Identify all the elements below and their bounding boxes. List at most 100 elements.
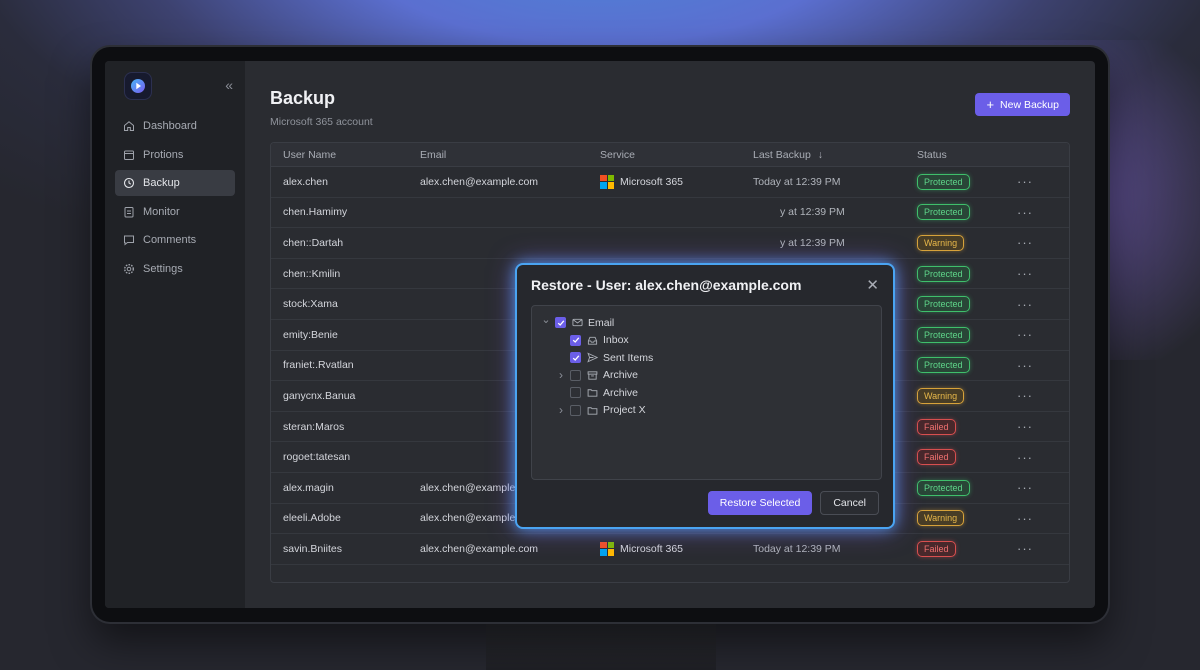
tree-checkbox[interactable] <box>570 334 581 346</box>
tree-item[interactable]: Archive <box>540 384 881 402</box>
column-header-service[interactable]: Service <box>600 149 753 161</box>
cell-status: Protected <box>917 204 1017 221</box>
status-badge: Protected <box>917 173 970 190</box>
status-badge: Protected <box>917 204 970 221</box>
column-header-label: Last Backup <box>753 148 811 161</box>
more-options-icon[interactable]: ··· <box>1017 480 1057 495</box>
clipboard-icon <box>122 205 135 218</box>
cell-user-name: franiet:.Rvatlan <box>283 359 354 372</box>
monitor-stand <box>486 620 716 670</box>
tree-item-label: Project X <box>603 404 646 417</box>
status-badge: Warning <box>917 387 965 404</box>
sidebar-item-label: Protions <box>143 148 184 161</box>
app-window: « Dashboard Protions Backup Monitor Comm… <box>105 61 1095 608</box>
status-badge: Failed <box>917 418 956 435</box>
tree-checkbox[interactable] <box>555 317 566 329</box>
tree-item[interactable]: Inbox <box>540 332 881 350</box>
new-backup-button[interactable]: + New Backup <box>975 93 1070 116</box>
chevron-right-icon[interactable]: › <box>555 368 567 382</box>
tree-checkbox[interactable] <box>570 387 581 399</box>
cell-last-backup: Today at 12:39 PM <box>753 175 841 188</box>
tree-item-label: Archive <box>603 369 639 382</box>
page-title: Backup <box>270 88 336 108</box>
sidebar-item-protions[interactable]: Protions <box>115 142 235 168</box>
sidebar-item-comments[interactable]: Comments <box>115 227 235 253</box>
more-options-icon[interactable]: ··· <box>1017 419 1057 434</box>
column-header-email[interactable]: Email <box>420 149 600 161</box>
status-badge: Protected <box>917 479 970 496</box>
more-options-icon[interactable]: ··· <box>1017 388 1057 403</box>
sidebar-item-backup[interactable]: Backup <box>115 170 235 196</box>
status-badge: Warning <box>917 510 965 527</box>
cell-status: Protected <box>917 265 1017 282</box>
sidebar-item-dashboard[interactable]: Dashboard <box>115 113 235 139</box>
sidebar-item-label: Backup <box>143 177 180 189</box>
cell-status: Protected <box>917 173 1017 190</box>
status-badge: Protected <box>917 357 970 374</box>
cancel-button[interactable]: Cancel <box>820 491 879 515</box>
plus-icon: + <box>986 97 995 112</box>
table-row[interactable]: savin.Bniites alex.chen@example.com Micros… <box>271 534 1069 565</box>
cell-last-backup: y at 12:39 PM <box>780 236 845 249</box>
cell-status: Failed <box>917 418 1017 435</box>
tree-item[interactable]: ⌄ Email <box>540 314 881 332</box>
monitor-frame: « Dashboard Protions Backup Monitor Comm… <box>92 47 1108 622</box>
chevron-right-icon[interactable]: › <box>555 403 567 417</box>
calendar-icon <box>122 148 135 161</box>
cell-status: Warning <box>917 234 1017 251</box>
column-header-status[interactable]: Status <box>917 149 1017 161</box>
more-options-icon[interactable]: ··· <box>1017 327 1057 342</box>
tree-item-label: Archive <box>603 386 639 399</box>
chevron-down-icon[interactable]: ⌄ <box>540 313 552 326</box>
dialog-title: Restore - User: alex.chen@example.com <box>531 277 802 293</box>
cell-status: Warning <box>917 387 1017 404</box>
more-options-icon[interactable]: ··· <box>1017 235 1057 250</box>
more-options-icon[interactable]: ··· <box>1017 174 1057 189</box>
app-logo <box>125 73 151 99</box>
cell-user-name: rogoet:tatesan <box>283 451 351 464</box>
folder-tree: ⌄ Email Inbox Sent Items › Archive Archive › Pro… <box>531 305 882 480</box>
more-options-icon[interactable]: ··· <box>1017 450 1057 465</box>
tree-item[interactable]: › Project X <box>540 402 881 420</box>
column-header-last-backup[interactable]: Last Backup ↓ <box>753 149 917 161</box>
more-options-icon[interactable]: ··· <box>1017 541 1057 556</box>
column-header-user[interactable]: User Name <box>271 149 420 161</box>
home-icon <box>122 120 135 133</box>
table-row[interactable]: alex.chen alex.chen@example.com Microsoft … <box>271 167 1069 198</box>
tree-item[interactable]: › Archive <box>540 367 881 385</box>
restore-selected-button[interactable]: Restore Selected <box>707 491 813 515</box>
tree-item[interactable]: Sent Items <box>540 349 881 367</box>
table-row[interactable]: chen::Dartah y at 12:39 PM Warning ··· <box>271 228 1069 259</box>
more-options-icon[interactable]: ··· <box>1017 511 1057 526</box>
close-icon[interactable]: ✕ <box>866 276 879 294</box>
status-badge: Protected <box>917 296 970 313</box>
tree-checkbox[interactable] <box>570 369 581 381</box>
more-options-icon[interactable]: ··· <box>1017 358 1057 373</box>
archive-box-icon <box>586 369 598 381</box>
cell-user-name: alex.magin <box>283 481 334 494</box>
table-row[interactable]: chen.Hamimy y at 12:39 PM Protected ··· <box>271 198 1069 229</box>
sidebar-item-label: Comments <box>143 234 197 246</box>
cell-user-name: alex.chen <box>283 175 328 188</box>
more-options-icon[interactable]: ··· <box>1017 266 1057 281</box>
sidebar-item-settings[interactable]: Settings <box>115 256 235 282</box>
cell-last-backup: Today at 12:39 PM <box>753 542 841 555</box>
sidebar: « Dashboard Protions Backup Monitor Comm… <box>105 61 245 608</box>
sidebar-item-monitor[interactable]: Monitor <box>115 199 235 225</box>
cell-email: alex.chen@example.com <box>420 542 539 555</box>
dialog-actions: Restore Selected Cancel <box>707 491 879 515</box>
comment-icon <box>122 234 135 247</box>
cell-status: Failed <box>917 449 1017 466</box>
more-options-icon[interactable]: ··· <box>1017 205 1057 220</box>
cell-user-name: steran:Maros <box>283 420 345 433</box>
tree-checkbox[interactable] <box>570 352 581 364</box>
cell-status: Protected <box>917 357 1017 374</box>
status-badge: Failed <box>917 540 956 557</box>
more-options-icon[interactable]: ··· <box>1017 297 1057 312</box>
cell-status: Protected <box>917 479 1017 496</box>
page-subtitle: Microsoft 365 account <box>270 116 373 128</box>
tree-item-label: Sent Items <box>603 351 654 364</box>
collapse-sidebar-icon[interactable]: « <box>225 77 233 93</box>
cell-status: Protected <box>917 296 1017 313</box>
tree-checkbox[interactable] <box>570 404 581 416</box>
